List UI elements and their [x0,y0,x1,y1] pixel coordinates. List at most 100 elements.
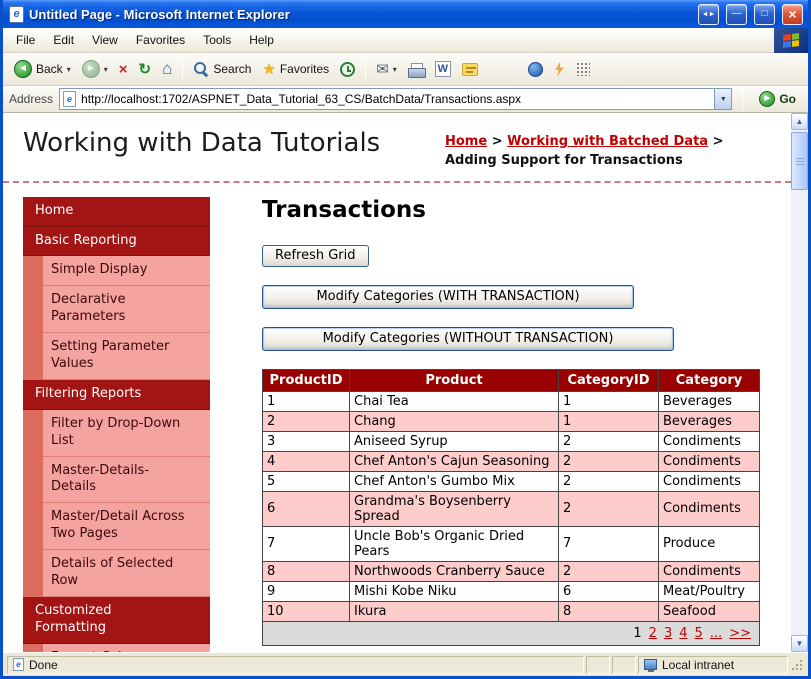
minimize-button[interactable]: — [726,3,747,25]
pager-row: 1 2 3 4 5... >> [262,620,760,646]
status-text: Done [29,657,58,672]
dither-grid-button[interactable] [571,59,595,79]
go-button[interactable]: ► Go [753,89,802,109]
local-intranet-icon [644,659,657,672]
scrollbar-track[interactable] [791,130,808,635]
cell-category: Produce [658,525,760,562]
cell-product: Chai Tea [349,390,559,412]
breadcrumb-separator: > [487,134,508,149]
page-content: Working with Data Tutorials Home > Worki… [3,113,791,652]
sidebar-item-master-detail-two-pages[interactable]: Master/Detail Across Two Pages [43,503,210,551]
toolbar-separator [365,58,367,80]
menu-favorites[interactable]: Favorites [127,29,194,51]
scroll-down-button[interactable]: ▼ [791,635,808,652]
pager-next[interactable]: >> [729,626,751,641]
sidebar-item-simple-display[interactable]: Simple Display [43,256,210,287]
go-arrow-icon: ► [759,91,776,107]
status-zone-pane: Local intranet [638,655,788,674]
refresh-button[interactable]: ↻ [133,57,156,81]
titlebar-arrows-button[interactable]: ◄► [698,3,719,25]
print-icon [407,62,426,78]
sidebar-section-customized-formatting[interactable]: Customized Formatting [23,596,210,644]
cell-productid: 10 [262,600,350,622]
close-icon: × [788,6,797,22]
vertical-scrollbar[interactable]: ▲ ▼ [791,113,808,652]
refresh-icon: ↻ [138,61,152,78]
status-zone-text: Local intranet [662,657,735,672]
favorites-button[interactable]: ★ Favorites [257,57,334,81]
resize-grip[interactable] [790,657,804,673]
cell-category: Beverages [658,410,760,432]
pager-page-4[interactable]: 4 [679,626,687,641]
windows-flag-icon [783,32,799,48]
pager-ellipsis[interactable]: ... [710,626,722,641]
sidebar-section-filtering-reports[interactable]: Filtering Reports [23,379,210,410]
sidebar-item-setting-parameter-values[interactable]: Setting Parameter Values [43,333,210,380]
menu-file[interactable]: File [7,29,44,51]
address-input[interactable]: e http://localhost:1702/ASPNET_Data_Tuto… [59,88,733,110]
history-button[interactable] [335,59,360,80]
cell-productid: 4 [262,450,350,472]
address-dropdown-button[interactable]: ▼ [714,89,732,109]
sidebar-item-home[interactable]: Home [23,196,210,227]
edit-with-word-button[interactable]: W [430,58,456,80]
address-url: http://localhost:1702/ASPNET_Data_Tutori… [81,92,522,106]
messenger-icon [527,61,543,77]
messenger-button[interactable] [523,59,548,80]
forward-button[interactable]: ► ▾ [77,57,113,81]
pager-page-5[interactable]: 5 [695,626,703,641]
sidebar-section-basic-reporting[interactable]: Basic Reporting [23,226,210,257]
cell-categoryid: 7 [558,525,659,562]
back-dropdown-icon: ▾ [66,64,71,74]
cell-categoryid: 1 [558,390,659,412]
breadcrumb-link-batched-data[interactable]: Working with Batched Data [507,134,708,149]
modify-without-transaction-button[interactable]: Modify Categories (WITHOUT TRANSACTION) [262,326,674,351]
col-header-category: Category [658,368,760,392]
menu-edit[interactable]: Edit [44,29,83,51]
menu-tools[interactable]: Tools [194,29,240,51]
table-row: 6 Grandma's Boysenberry Spread 2 Condime… [262,490,760,527]
modify-with-transaction-button[interactable]: Modify Categories (WITH TRANSACTION) [262,284,634,309]
search-button[interactable]: Search [188,58,256,80]
standard-toolbar: ◄ Back ▾ ► ▾ × ↻ ⌂ Search ★ Favorites ✉ ▾… [3,53,808,86]
table-row: 5 Chef Anton's Gumbo Mix 2 Condiments [262,470,760,492]
home-button[interactable]: ⌂ [157,56,177,82]
url-page-icon: e [63,91,77,107]
cell-product: Ikura [349,600,559,622]
mail-dropdown-icon: ▾ [392,64,397,74]
sidebar-item-declarative-parameters[interactable]: Declarative Parameters [43,286,210,334]
cell-productid: 2 [262,410,350,432]
cell-productid: 7 [262,525,350,562]
close-button[interactable]: × [782,3,803,25]
sidebar-item-format-colors[interactable]: Format Colors [43,643,210,652]
maximize-button[interactable]: □ [754,3,775,25]
table-row: 1 Chai Tea 1 Beverages [262,390,760,412]
search-icon [193,61,209,77]
cell-categoryid: 2 [558,450,659,472]
pager-page-3[interactable]: 3 [664,626,672,641]
scrollbar-thumb[interactable] [791,132,808,190]
sidebar-item-filter-by-dropdown-list[interactable]: Filter by Drop-Down List [43,409,210,457]
cell-category: Condiments [658,470,760,492]
breadcrumb-link-home[interactable]: Home [445,134,487,149]
sidebar-item-master-details-details[interactable]: Master-Details-Details [43,456,210,504]
cell-product: Grandma's Boysenberry Spread [349,490,559,527]
back-button[interactable]: ◄ Back ▾ [9,57,76,81]
sidebar-item-details-of-selected-row[interactable]: Details of Selected Row [43,550,210,597]
scroll-up-icon: ▲ [795,117,804,126]
site-title: Working with Data Tutorials [23,128,381,158]
mail-button[interactable]: ✉ ▾ [371,57,402,81]
scroll-up-button[interactable]: ▲ [791,113,808,130]
history-icon [340,61,356,77]
menu-view[interactable]: View [83,29,127,51]
lightning-icon [555,61,564,77]
research-button[interactable] [549,59,570,80]
windows-logo [774,27,808,53]
refresh-grid-button[interactable]: Refresh Grid [262,244,369,267]
stop-button[interactable]: × [114,58,133,81]
print-button[interactable] [403,60,429,79]
table-row: 2 Chang 1 Beverages [262,410,760,432]
pager-page-2[interactable]: 2 [649,626,657,641]
discuss-button[interactable] [457,60,483,79]
menu-help[interactable]: Help [240,29,283,51]
